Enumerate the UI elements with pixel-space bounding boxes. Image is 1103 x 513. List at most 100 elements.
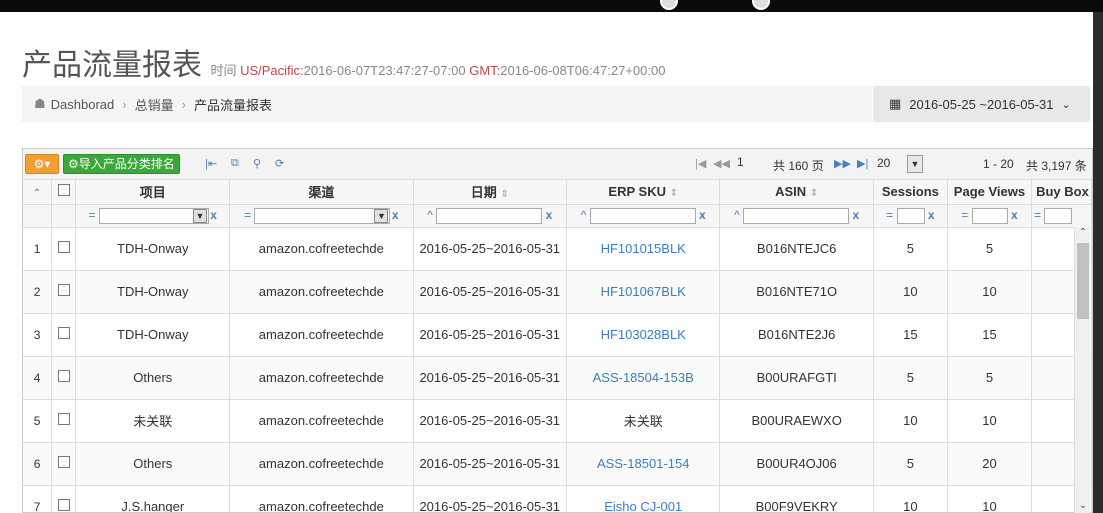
col-date-header[interactable]: 日期 ⇕ bbox=[413, 180, 567, 205]
cell-sku[interactable]: HF101015BLK bbox=[566, 227, 721, 271]
row-select-cell bbox=[51, 356, 77, 400]
filter-op-equals[interactable]: = bbox=[89, 208, 96, 222]
breadcrumb-dashboard[interactable]: Dashborad bbox=[51, 97, 115, 112]
col-buybox-header[interactable]: Buy Box bbox=[1031, 180, 1092, 205]
cell-sku-text[interactable]: HF103028BLK bbox=[601, 327, 686, 342]
filter-sku-input[interactable] bbox=[589, 207, 696, 224]
table-row[interactable]: 2 TDH-Onway amazon.cofreetechde 2016-05-25~… bbox=[23, 270, 1092, 314]
cell-sessions: 10 bbox=[873, 399, 948, 443]
clear-filter-icon[interactable]: x bbox=[852, 208, 859, 222]
cell-channel-text: amazon.cofreetechde bbox=[258, 327, 384, 342]
table-row[interactable]: 7 J.S.hanger amazon.cofreetechde 2016-05-25… bbox=[23, 485, 1092, 512]
chevron-down-icon[interactable]: ▼ bbox=[374, 208, 389, 223]
cell-sku[interactable]: HF103028BLK bbox=[566, 313, 721, 357]
refresh-icon[interactable]: ⟳ bbox=[275, 157, 284, 170]
chevron-down-icon: ⌄ bbox=[1061, 98, 1071, 111]
search-icon[interactable]: ⚲ bbox=[253, 157, 261, 170]
scroll-down-icon[interactable]: ⌄ bbox=[1075, 500, 1091, 511]
settings-dropdown-button[interactable]: ⚙▾ bbox=[25, 154, 59, 174]
select-all-checkbox[interactable] bbox=[57, 184, 70, 197]
cell-date: 2016-05-25~2016-05-31 bbox=[413, 399, 567, 443]
filter-op-equals[interactable]: = bbox=[244, 208, 251, 222]
filter-op-equals[interactable]: = bbox=[886, 208, 893, 222]
col-sessions-header[interactable]: Sessions bbox=[873, 180, 948, 205]
row-checkbox[interactable] bbox=[57, 413, 70, 425]
filter-op-contains[interactable]: ^ bbox=[734, 208, 740, 222]
rownum-header[interactable]: ⌃ bbox=[23, 180, 53, 205]
user-avatar[interactable] bbox=[752, 0, 770, 10]
cell-channel: amazon.cofreetechde bbox=[229, 227, 414, 271]
copy-icon[interactable]: ⧉ bbox=[231, 157, 239, 170]
row-checkbox[interactable] bbox=[57, 327, 70, 339]
filter-date-input[interactable] bbox=[436, 207, 543, 224]
main-content: 产品流量报表 时间 US/Pacific:2016-06-07T23:47:27… bbox=[0, 12, 1093, 513]
table-row[interactable]: 6 Others amazon.cofreetechde 2016-05-25~201… bbox=[23, 442, 1092, 486]
breadcrumb-total-sales[interactable]: 总销量 bbox=[135, 95, 174, 114]
clear-filter-icon[interactable]: x bbox=[928, 208, 935, 222]
cell-sku-text[interactable]: HF101015BLK bbox=[601, 241, 686, 256]
cell-sku-text[interactable]: Eisho CJ-001 bbox=[604, 499, 682, 512]
cell-sku[interactable]: ASS-18501-154 bbox=[566, 442, 721, 486]
table-row[interactable]: 4 Others amazon.cofreetechde 2016-05-25~201… bbox=[23, 356, 1092, 400]
notification-avatar-icon[interactable] bbox=[660, 0, 678, 10]
next-page-icon[interactable]: ▶▶ bbox=[834, 157, 851, 170]
cell-item-text: Others bbox=[133, 370, 173, 385]
row-number-text: 3 bbox=[33, 328, 41, 342]
row-checkbox[interactable] bbox=[57, 456, 70, 468]
cell-sku[interactable]: ASS-18504-153B bbox=[566, 356, 721, 400]
col-sku-header[interactable]: ERP SKU ⇕ bbox=[566, 180, 721, 205]
cell-sku-text[interactable]: ASS-18504-153B bbox=[593, 370, 694, 385]
page-size-dropdown-icon[interactable]: ▼ bbox=[907, 155, 923, 173]
select-all-header[interactable] bbox=[51, 180, 77, 205]
date-range-picker[interactable]: ▦ 2016-05-25 ~2016-05-31 ⌄ bbox=[873, 86, 1090, 122]
table-row[interactable]: 3 TDH-Onway amazon.cofreetechde 2016-05-25~… bbox=[23, 313, 1092, 357]
scroll-up-icon[interactable]: ⌃ bbox=[1075, 227, 1091, 238]
cell-sku-text[interactable]: ASS-18501-154 bbox=[597, 456, 690, 471]
first-column-icon[interactable]: |⇤ bbox=[205, 157, 217, 170]
row-checkbox[interactable] bbox=[57, 499, 70, 511]
filter-op-equals[interactable]: = bbox=[961, 208, 968, 222]
chevron-down-icon[interactable]: ▼ bbox=[192, 208, 207, 223]
filter-channel-select[interactable] bbox=[254, 207, 391, 224]
cell-sku[interactable]: Eisho CJ-001 bbox=[566, 485, 721, 512]
vertical-scrollbar[interactable]: ⌃ ⌄ bbox=[1074, 227, 1090, 513]
cell-sessions: 10 bbox=[873, 485, 948, 512]
table-row[interactable]: 1 TDH-Onway amazon.cofreetechde 2016-05-25~… bbox=[23, 227, 1092, 271]
filter-sessions-input[interactable] bbox=[896, 207, 925, 224]
table-row[interactable]: 5 未关联 amazon.cofreetechde 2016-05-25~2016-0… bbox=[23, 399, 1092, 443]
col-asin-header[interactable]: ASIN ⇕ bbox=[719, 180, 874, 205]
clear-filter-icon[interactable]: x bbox=[699, 208, 706, 222]
cell-sku-text[interactable]: HF101067BLK bbox=[601, 284, 686, 299]
page-number-input[interactable]: 1 bbox=[735, 154, 759, 172]
filter-pageviews-input[interactable] bbox=[971, 207, 1008, 224]
row-checkbox[interactable] bbox=[57, 284, 70, 296]
col-pageviews-header[interactable]: Page Views bbox=[947, 180, 1033, 205]
clear-filter-icon[interactable]: x bbox=[1011, 208, 1018, 222]
sort-up-icon: ⌃ bbox=[32, 188, 42, 200]
filter-sessions: = x bbox=[873, 204, 948, 228]
row-checkbox[interactable] bbox=[57, 370, 70, 382]
filter-op-equals[interactable]: = bbox=[1034, 208, 1041, 222]
clear-filter-icon[interactable]: x bbox=[546, 208, 553, 222]
cell-sku[interactable]: HF101067BLK bbox=[566, 270, 721, 314]
page-size-select[interactable]: 20 bbox=[877, 155, 890, 173]
filter-asin-input[interactable] bbox=[743, 207, 850, 224]
filter-op-contains[interactable]: ^ bbox=[581, 208, 587, 222]
import-ranking-button[interactable]: ⚙导入产品分类排名 bbox=[63, 154, 180, 174]
last-page-icon[interactable]: ▶| bbox=[857, 157, 868, 170]
filter-op-contains[interactable]: ^ bbox=[427, 208, 433, 222]
top-navbar bbox=[0, 0, 1103, 12]
prev-page-icon[interactable]: ◀◀ bbox=[713, 157, 730, 170]
data-table: ⌃ 项目 渠道 日期 ⇕ ERP SKU ⇕ ASIN ⇕ Sessions P… bbox=[23, 180, 1092, 512]
sort-icon: ⇕ bbox=[809, 188, 819, 200]
cell-sessions: 10 bbox=[873, 270, 948, 314]
clear-filter-icon[interactable]: x bbox=[210, 208, 217, 222]
cell-asin-text: B00URAEWXO bbox=[751, 413, 842, 428]
row-checkbox[interactable] bbox=[57, 241, 70, 253]
col-item-header[interactable]: 项目 bbox=[75, 180, 231, 205]
col-channel-header[interactable]: 渠道 bbox=[229, 180, 414, 205]
scrollbar-thumb[interactable] bbox=[1077, 243, 1089, 319]
filter-buybox-input[interactable] bbox=[1044, 207, 1073, 224]
clear-filter-icon[interactable]: x bbox=[392, 208, 399, 222]
first-page-icon[interactable]: |◀ bbox=[695, 157, 706, 170]
